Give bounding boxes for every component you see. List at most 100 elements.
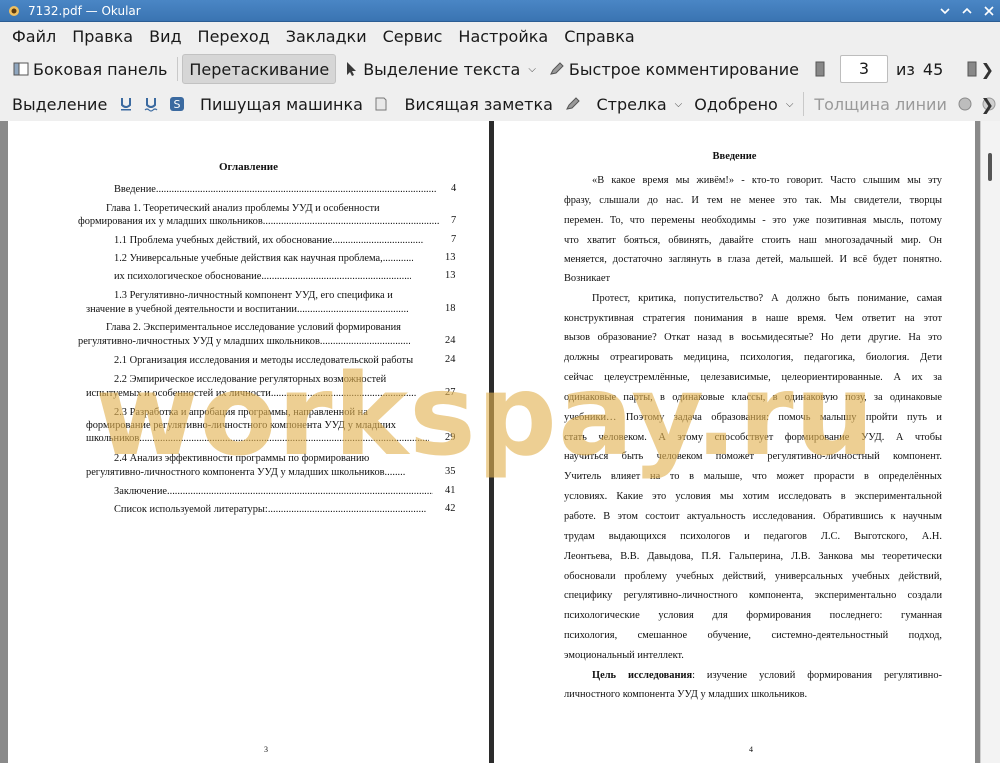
typewriter-button[interactable]: Пишущая машинка [194, 89, 369, 119]
body-line: меняется, достаточно заглянуть в глаза д… [564, 254, 942, 265]
toc-page-number: 4 [451, 183, 457, 194]
menu-settings[interactable]: Настройка [450, 23, 556, 51]
okular-icon [6, 3, 22, 19]
squiggle-icon[interactable] [143, 95, 160, 113]
toc-entry[interactable]: испытуемых и особенностей их личности...… [86, 387, 417, 400]
toc-entry[interactable]: Список используемой литературы:.........… [114, 503, 426, 516]
toc-entry[interactable]: 1.2 Универсальные учебные действия как н… [114, 252, 413, 265]
quick-comment-label: Быстрое комментирование [568, 59, 800, 79]
window-title: 7132.pdf — Okular [28, 3, 141, 18]
toc-entry[interactable]: формирования их у младших школьников....… [78, 215, 439, 228]
sidebar-button[interactable]: Боковая панель [6, 54, 173, 84]
page-number: 4 [749, 745, 753, 754]
toc-entry[interactable]: 1.3 Регулятивно-личностный компонент УУД… [114, 289, 393, 302]
body-line: работе. В этом состоит актуальность иссл… [564, 511, 942, 522]
toc-entry[interactable]: Заключение..............................… [114, 485, 433, 498]
pop-note-button[interactable]: Висящая заметка [399, 89, 559, 119]
toc-entry[interactable]: Глава 1. Теоретический анализ проблемы У… [106, 202, 380, 215]
line-width-label: Толщина линии [814, 94, 947, 114]
menu-go[interactable]: Переход [190, 23, 278, 51]
toc-page-number: 24 [445, 354, 456, 365]
line-tool-icon[interactable] [565, 95, 582, 113]
toc-entry[interactable]: 2.3 Разработка и апробация программы, на… [114, 406, 368, 419]
pencil-icon [548, 60, 566, 78]
line-width-button[interactable]: Толщина линии [808, 89, 953, 119]
page-of-label: из [896, 59, 915, 79]
arrow-button[interactable]: Стрелка ⌵ [590, 89, 688, 119]
toc-entry[interactable]: 2.4 Анализ эффективности программы по фо… [114, 452, 369, 465]
arrow-label: Стрелка [596, 94, 667, 114]
body-line: личностного компонента УУД у младших шко… [564, 689, 808, 700]
body-line: должны отреагировать медицина, психологи… [564, 352, 942, 363]
toc-entry[interactable]: формирование регулятивно-личностного ком… [86, 419, 396, 432]
menu-edit[interactable]: Правка [64, 23, 141, 51]
annotation-toolbar: Выделение S Пишущая машинка Висящая заме… [0, 87, 1000, 121]
text-select-button[interactable]: Выделение текста ⌵ [336, 54, 542, 84]
goal-text: : изучение условий формирования регуляти… [692, 670, 942, 681]
toc-page-number: 13 [445, 252, 456, 263]
note-icon[interactable] [373, 95, 390, 113]
minimize-icon[interactable] [934, 0, 956, 22]
toolbar-overflow-icon[interactable]: ❯ [981, 95, 994, 114]
toc-page-number: 7 [451, 215, 457, 226]
chevron-down-icon[interactable]: ⌵ [675, 99, 683, 110]
close-icon[interactable] [978, 0, 1000, 22]
next-page-icon[interactable] [963, 60, 981, 78]
toc-entry[interactable]: 2.2 Эмпирическое исследование регуляторн… [114, 373, 386, 386]
page-number-input[interactable]: 3 [840, 55, 889, 83]
drag-mode-button[interactable]: Перетаскивание [182, 54, 337, 84]
toc-entry[interactable]: регулятивно-личностного компонента УУД у… [86, 466, 407, 479]
menu-file[interactable]: Файл [4, 23, 64, 51]
body-line: конструктивная стратегия понимания в наш… [564, 313, 942, 324]
toolbar-overflow-icon[interactable]: ❯ [981, 60, 994, 79]
body-line: Протест, критика, попустительство? А дол… [592, 293, 942, 304]
toc-entry[interactable]: 1.1 Проблема учебных действий, их обосно… [114, 234, 424, 247]
svg-text:S: S [173, 98, 180, 111]
toc-title: Оглавление [218, 161, 279, 173]
body-line: Учитель влияет на то в малыше, что может… [564, 471, 942, 482]
body-line: что хватит бояться, обвинять, давайте ст… [564, 235, 942, 246]
goal-label: Цель исследования [592, 670, 693, 681]
vertical-scrollbar[interactable] [980, 121, 1000, 763]
menu-bar: Файл Правка Вид Переход Закладки Сервис … [0, 22, 1000, 52]
toc-page-number: 29 [445, 432, 456, 443]
maximize-icon[interactable] [956, 0, 978, 22]
scrollbar-handle[interactable] [988, 153, 992, 181]
goal-line: Цель исследования: изучение условий форм… [592, 669, 942, 682]
quick-comment-button[interactable]: Быстрое комментирование [542, 54, 805, 84]
toc-entry[interactable]: их психологическое обоснование..........… [114, 270, 411, 283]
body-line: научиться быть человеком поможет регулят… [564, 451, 942, 462]
toc-entry[interactable]: значение в учебной деятельности и воспит… [86, 303, 409, 316]
chevron-down-icon[interactable]: ⌵ [528, 64, 536, 75]
menu-bookmarks[interactable]: Закладки [278, 23, 375, 51]
page-4: Введение «В какое время мы живём!» - кто… [494, 121, 975, 763]
toolbar-separator [177, 57, 179, 81]
pop-note-label: Висящая заметка [404, 94, 553, 114]
body-line: обосновали проблему учебных действий, ун… [564, 571, 942, 582]
underline-icon[interactable] [117, 95, 134, 113]
page-3: Оглавление Введение.....................… [8, 121, 489, 763]
color-icon[interactable] [957, 95, 974, 113]
sidebar-label: Боковая панель [33, 59, 168, 79]
toc-page-number: 13 [445, 270, 456, 281]
toc-page-number: 27 [445, 387, 456, 398]
toc-entry[interactable]: регулятивно-личностных УУД у младших шко… [78, 335, 410, 348]
toc-page-number: 35 [445, 466, 456, 477]
menu-tools[interactable]: Сервис [375, 23, 451, 51]
stamp-button[interactable]: Одобрено ⌵ [688, 89, 799, 119]
menu-help[interactable]: Справка [556, 23, 643, 51]
page-total: 45 [922, 59, 944, 79]
toc-entry[interactable]: школьников..............................… [86, 432, 429, 445]
menu-view[interactable]: Вид [141, 23, 189, 51]
document-view[interactable]: Оглавление Введение.....................… [0, 121, 1000, 763]
strikeout-icon[interactable]: S [168, 95, 185, 113]
body-line: стать человеком. А этому способствует фо… [564, 432, 942, 443]
toc-entry[interactable]: Введение................................… [114, 183, 436, 196]
body-line: перемен. То, что перемены необходимы - э… [564, 215, 942, 226]
toc-entry[interactable]: Глава 2. Экспериментальное исследование … [106, 321, 401, 334]
toc-entry[interactable]: 2.1 Организация исследования и методы ис… [114, 354, 413, 367]
drag-label: Перетаскивание [189, 59, 330, 79]
chevron-down-icon[interactable]: ⌵ [786, 99, 794, 110]
highlight-button[interactable]: Выделение [6, 89, 113, 119]
previous-page-icon[interactable] [811, 60, 829, 78]
